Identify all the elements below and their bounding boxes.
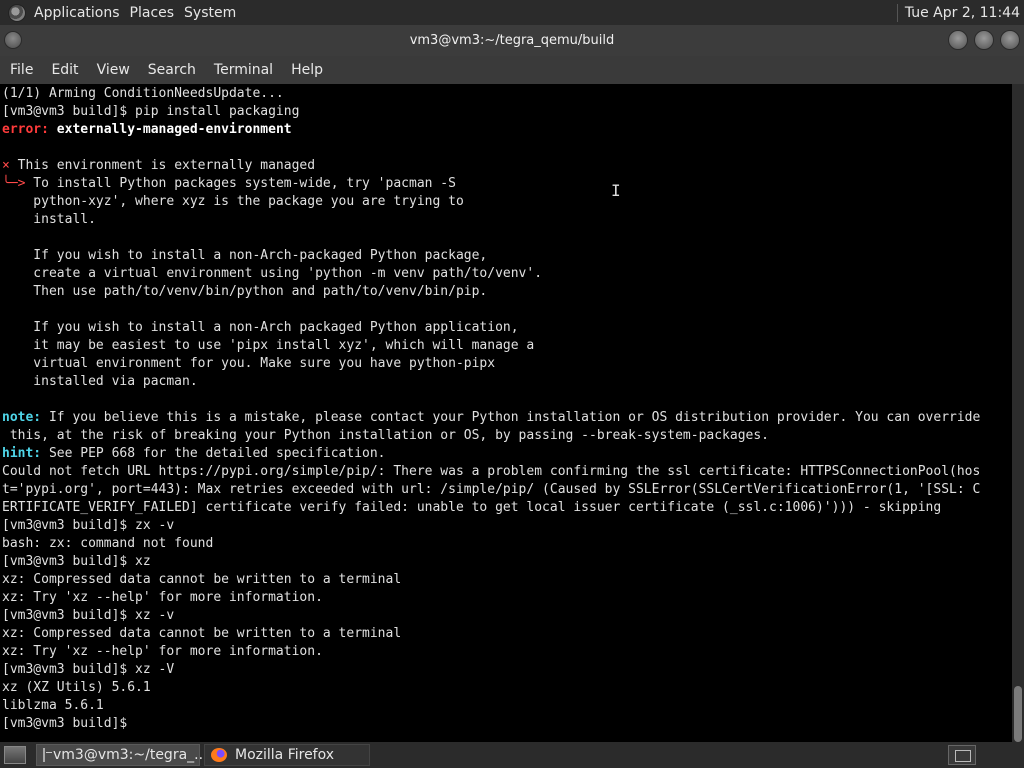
terminal-text: If you believe this is a mistake, please… xyxy=(41,410,981,425)
taskbar-item-label: Mozilla Firefox xyxy=(235,747,335,763)
terminal-line: [vm3@vm3 build]$ xz -v xyxy=(2,608,175,623)
window-controls xyxy=(948,30,1020,50)
terminal-line: create a virtual environment using 'pyth… xyxy=(2,266,543,281)
menu-view[interactable]: View xyxy=(97,62,140,78)
close-button[interactable] xyxy=(1000,30,1020,50)
window-menu-button[interactable] xyxy=(4,31,22,49)
terminal-line: installed via pacman. xyxy=(2,374,198,389)
terminal-line: xz: Try 'xz --help' for more information… xyxy=(2,590,323,605)
terminal-icon xyxy=(43,748,52,762)
menu-terminal[interactable]: Terminal xyxy=(214,62,283,78)
terminal-line: xz: Compressed data cannot be written to… xyxy=(2,626,402,641)
terminal-label: note: xyxy=(2,410,42,425)
taskbar-item-label: vm3@vm3:~/tegra_... xyxy=(53,747,208,763)
terminal-line: [vm3@vm3 build]$ zx -v xyxy=(2,518,175,533)
terminal-label: hint: xyxy=(2,446,42,461)
taskbar-item-terminal[interactable]: vm3@vm3:~/tegra_... xyxy=(36,744,208,766)
terminal-line: xz (XZ Utils) 5.6.1 xyxy=(2,680,151,695)
terminal-text: To install Python packages system-wide, … xyxy=(25,176,456,191)
terminal-mark: ╰─> xyxy=(2,176,26,191)
applications-menu[interactable]: Applications xyxy=(32,5,128,21)
terminal-line: error: externally-managed-environment xyxy=(2,121,1012,139)
terminal-line: liblzma 5.6.1 xyxy=(2,698,104,713)
terminal-line: python-xyz', where xyz is the package yo… xyxy=(2,194,464,209)
terminal-scrollbar[interactable] xyxy=(1012,84,1024,742)
terminal-line: ERTIFICATE_VERIFY_FAILED] certificate ve… xyxy=(2,500,942,515)
terminal-line: [vm3@vm3 build]$ pip install packaging xyxy=(2,104,300,119)
terminal-line: [vm3@vm3 build]$ xyxy=(2,716,136,731)
terminal-line: install. xyxy=(2,212,96,227)
terminal-line: t='pypi.org', port=443): Max retries exc… xyxy=(2,482,981,497)
terminal-line: Could not fetch URL https://pypi.org/sim… xyxy=(2,464,981,479)
menu-edit[interactable]: Edit xyxy=(51,62,88,78)
bottom-panel: vm3@vm3:~/tegra_... Mozilla Firefox xyxy=(0,742,1024,768)
terminal-label: error: xyxy=(2,122,49,137)
terminal-line: note: If you believe this is a mistake, … xyxy=(2,409,1012,427)
terminal-line: × This environment is externally managed xyxy=(2,157,1012,175)
terminal-line: ╰─> To install Python packages system-wi… xyxy=(2,175,1012,193)
terminal-line: xz: Compressed data cannot be written to… xyxy=(2,572,402,587)
scrollbar-thumb[interactable] xyxy=(1014,686,1022,742)
terminal-line: this, at the risk of breaking your Pytho… xyxy=(2,428,770,443)
terminal-line: If you wish to install a non-Arch-packag… xyxy=(2,248,488,263)
taskbar-item-firefox[interactable]: Mozilla Firefox xyxy=(204,744,370,766)
window-title: vm3@vm3:~/tegra_qemu/build xyxy=(409,33,615,48)
terminal-text: See PEP 668 for the detailed specificati… xyxy=(41,446,386,461)
menu-search[interactable]: Search xyxy=(148,62,206,78)
terminal-line: virtual environment for you. Make sure y… xyxy=(2,356,496,371)
workspace-switcher-icon[interactable] xyxy=(948,745,976,765)
terminal-line: it may be easiest to use 'pipx install x… xyxy=(2,338,535,353)
system-menu[interactable]: System xyxy=(182,5,244,21)
terminal-line: hint: See PEP 668 for the detailed speci… xyxy=(2,445,1012,463)
terminal-line: (1/1) Arming ConditionNeedsUpdate... xyxy=(2,86,284,101)
distro-logo-icon[interactable] xyxy=(8,3,26,22)
terminal-line: [vm3@vm3 build]$ xz xyxy=(2,554,151,569)
clock[interactable]: Tue Apr 2, 11:44 xyxy=(905,5,1020,21)
menu-help[interactable]: Help xyxy=(291,62,333,78)
terminal-text: externally-managed-environment xyxy=(48,122,292,137)
firefox-icon xyxy=(211,748,227,762)
places-menu[interactable]: Places xyxy=(128,5,183,21)
menu-file[interactable]: File xyxy=(10,62,43,78)
text-cursor-icon: I xyxy=(611,181,621,200)
terminal-output[interactable]: (1/1) Arming ConditionNeedsUpdate... [vm3… xyxy=(0,84,1012,742)
terminal-line: bash: zx: command not found xyxy=(2,536,214,551)
terminal-line: xz: Try 'xz --help' for more information… xyxy=(2,644,323,659)
terminal-mark: × xyxy=(2,158,10,173)
terminal-text: This environment is externally managed xyxy=(9,158,316,173)
menubar: File Edit View Search Terminal Help xyxy=(0,56,1024,84)
terminal-line: If you wish to install a non-Arch packag… xyxy=(2,320,519,335)
show-desktop-icon[interactable] xyxy=(4,746,26,764)
window-titlebar[interactable]: vm3@vm3:~/tegra_qemu/build xyxy=(0,25,1024,56)
minimize-button[interactable] xyxy=(948,30,968,50)
maximize-button[interactable] xyxy=(974,30,994,50)
panel-separator xyxy=(896,3,898,22)
top-panel: Applications Places System Tue Apr 2, 11… xyxy=(0,0,1024,25)
terminal-line: [vm3@vm3 build]$ xz -V xyxy=(2,662,175,677)
terminal-line: Then use path/to/venv/bin/python and pat… xyxy=(2,284,488,299)
